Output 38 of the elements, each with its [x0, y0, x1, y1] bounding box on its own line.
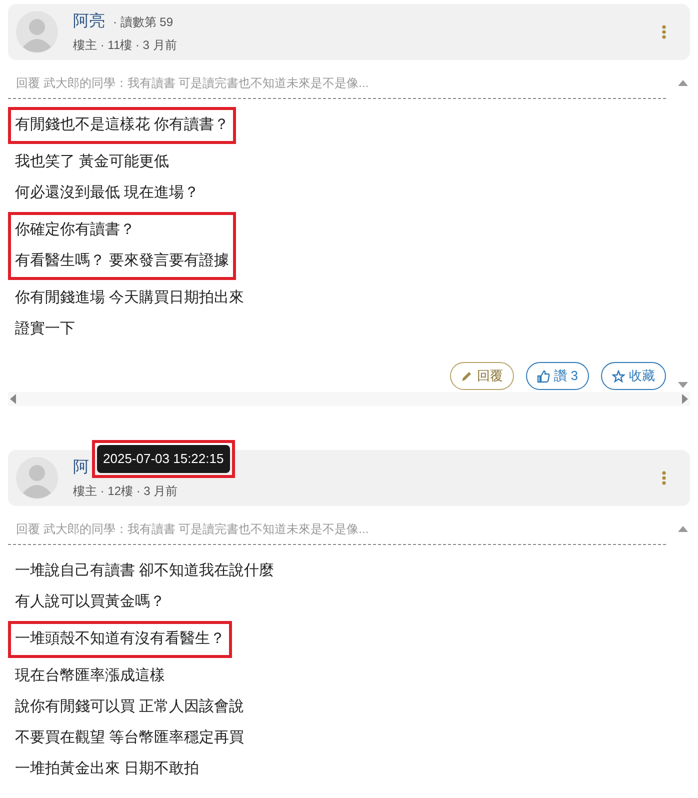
reply-button[interactable]: 回覆	[450, 362, 514, 390]
post-meta: 樓主 · 12樓 · 3 月前	[73, 483, 178, 500]
author-name[interactable]: 阿	[73, 456, 89, 480]
post-text: 有閒錢也不是這樣花 你有讀書？	[15, 115, 230, 136]
scroll-right-icon[interactable]	[682, 394, 688, 404]
post-text: 你有閒錢進場 今天購買日期拍出來	[15, 288, 244, 308]
like-button[interactable]: 讚 3	[526, 362, 589, 390]
thumbs-up-icon	[537, 370, 550, 382]
scroll-up-icon[interactable]	[678, 80, 688, 86]
scroll-down-icon[interactable]	[678, 382, 688, 388]
scroll-up-icon[interactable]	[678, 526, 688, 532]
more-icon[interactable]	[662, 471, 666, 485]
post-text: 一堆拍黃金出來 日期不敢拍	[15, 759, 200, 780]
post-text: 說你有閒錢可以買 正常人因該會說	[15, 697, 244, 718]
star-icon	[612, 370, 625, 382]
post-text: 現在台幣匯率漲成這樣	[15, 666, 166, 686]
save-button[interactable]: 收藏	[601, 362, 666, 390]
post-text: 有人說可以買黃金嗎？	[15, 592, 166, 612]
avatar-icon	[16, 11, 58, 53]
post-text: 證實一下	[15, 319, 76, 340]
scroll-left-icon[interactable]	[10, 394, 16, 404]
post-text: 一堆說自己有讀書 卻不知道我在說什麼	[15, 561, 274, 582]
post-text: 一堆頭殼不知道有沒有看醫生？	[15, 629, 225, 650]
post-text: 不要買在觀望 等台幣匯率穩定再買	[15, 728, 244, 748]
post-meta: 樓主 · 11樓 · 3 月前	[73, 37, 177, 54]
timestamp-tooltip: 2025-07-03 15:22:15	[97, 445, 230, 472]
reply-quote: 回覆 武大郎的同學：我有讀書 可是讀完書也不知道未來是不是像...	[8, 520, 666, 545]
post-text: 我也笑了 黃金可能更低	[15, 152, 170, 172]
author-name[interactable]: 阿亮	[73, 10, 105, 34]
read-count: · 讀數第 59	[113, 14, 174, 31]
avatar-icon	[16, 457, 58, 499]
post-text: 你確定你有讀書？	[15, 220, 136, 240]
horizontal-scrollbar[interactable]	[8, 392, 690, 406]
more-icon[interactable]	[662, 25, 666, 39]
reply-quote: 回覆 武大郎的同學：我有讀書 可是讀完書也不知道未來是不是像...	[8, 74, 666, 99]
post-text: 有看醫生嗎？ 要來發言要有證據	[15, 251, 230, 272]
post-text: 何必還沒到最低 現在進場？	[15, 183, 200, 204]
pencil-icon	[461, 370, 474, 382]
